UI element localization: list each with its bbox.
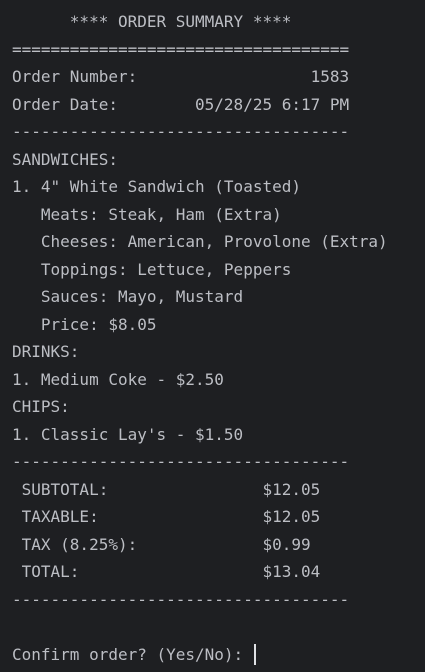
taxable-row: TAXABLE: $12.05 (12, 507, 321, 526)
subtotal-row: SUBTOTAL: $12.05 (12, 479, 321, 499)
terminal-output: **** ORDER SUMMARY **** ================… (0, 0, 425, 672)
order-number-row: Order Number: 1583 (12, 67, 350, 86)
total-row: TOTAL: $13.04 (12, 562, 321, 581)
divider: ----------------------------------- (12, 452, 350, 471)
divider: ----------------------------------- (12, 122, 350, 141)
confirm-prompt-line[interactable]: Confirm order? (Yes/No): (12, 641, 425, 669)
text-cursor[interactable] (253, 643, 256, 665)
sandwich-cheeses: Cheeses: American, Provolone (Extra) (12, 232, 388, 251)
sandwich-meats: Meats: Steak, Ham (Extra) (12, 204, 282, 224)
divider: ----------------------------------- (12, 589, 350, 609)
divider-double: =================================== (12, 39, 350, 59)
drinks-heading: DRINKS: (12, 342, 80, 361)
order-date-row: Order Date: 05/28/25 6:17 PM (12, 94, 350, 114)
chips-heading: CHIPS: (12, 397, 70, 416)
tax-row: TAX (8.25%): $0.99 (12, 534, 311, 554)
receipt-title: **** ORDER SUMMARY **** (12, 12, 292, 31)
drink-item: 1. Medium Coke - $2.50 (12, 369, 224, 389)
chips-item: 1. Classic Lay's - $1.50 (12, 424, 244, 444)
sandwiches-heading: SANDWICHES: (12, 149, 118, 169)
sandwich-item: 1. 4" White Sandwich (Toasted) (12, 177, 301, 196)
confirm-prompt: Confirm order? (Yes/No): (12, 644, 253, 664)
sandwich-price: Price: $8.05 (12, 314, 157, 334)
sandwich-toppings: Toppings: Lettuce, Peppers (12, 259, 292, 279)
sandwich-sauces: Sauces: Mayo, Mustard (12, 287, 244, 306)
